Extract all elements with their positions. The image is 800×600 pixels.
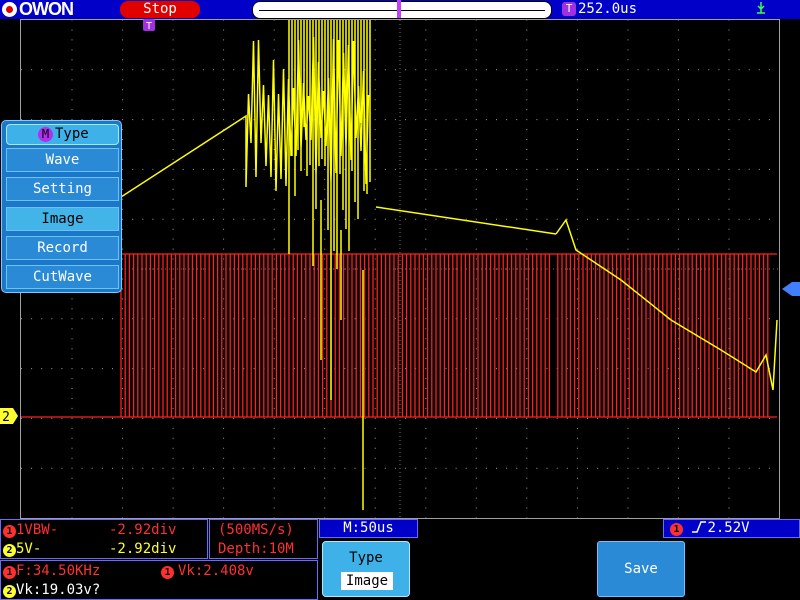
- memory-depth: Depth:10M: [218, 541, 294, 557]
- trigger-delay: T 252.0us: [562, 1, 637, 18]
- svg-text:2: 2: [2, 410, 10, 425]
- ch1-badge-icon: 1: [3, 525, 16, 538]
- ch1-badge-icon: 1: [3, 566, 16, 579]
- type-softkey-label: Type: [323, 550, 409, 566]
- menu-item-record[interactable]: Record: [6, 236, 119, 260]
- ch1-badge-icon: 1: [161, 566, 174, 579]
- vk-ch2-measurement: Vk:19.03v?: [16, 582, 100, 598]
- ch2-offset: -2.92div: [109, 541, 176, 557]
- trigger-level-marker-icon: [782, 282, 800, 296]
- menu-item-wave[interactable]: Wave: [6, 148, 119, 172]
- timebase-readout: M:50us: [319, 519, 418, 538]
- graticule-center-lines: [21, 20, 779, 518]
- type-softkey-value: Image: [341, 572, 393, 590]
- ch1-offset: -2.92div: [109, 522, 176, 538]
- menu-title: M Type: [6, 124, 119, 145]
- ch1-label: 1VBW-: [16, 522, 58, 538]
- menu-m-icon: M: [38, 127, 53, 142]
- trigger-readout: 1 2.52V: [663, 519, 800, 538]
- run-stop-indicator[interactable]: Stop: [120, 1, 200, 18]
- frequency-measurement: F:34.50KHz: [16, 563, 100, 579]
- owon-logo: OWON: [2, 0, 73, 19]
- usb-icon: [755, 2, 767, 14]
- waveform-display: [20, 19, 780, 519]
- acquisition-box: (500MS/s) Depth:10M: [209, 519, 318, 559]
- menu-item-image[interactable]: Image: [6, 207, 119, 231]
- save-button[interactable]: Save: [597, 541, 685, 597]
- type-menu: M Type Wave Setting Image Record CutWave: [1, 120, 122, 293]
- waveform-traces: [21, 20, 777, 510]
- ch1-trace: [21, 254, 777, 417]
- top-status-bar: OWON Stop T 252.0us: [0, 0, 800, 19]
- svg-text:T: T: [146, 21, 152, 32]
- type-softkey-button[interactable]: Type Image: [322, 541, 410, 597]
- measurement-box: 1 F:34.50KHz 1 Vk:2.408v 2 Vk:19.03v?: [0, 560, 318, 600]
- ch2-badge-icon: 2: [3, 544, 16, 557]
- ch2-label: 5V-: [16, 541, 41, 557]
- trigger-position-marker: [397, 0, 401, 18]
- rising-edge-icon: [691, 521, 707, 533]
- memory-position-bar: [252, 1, 552, 19]
- ch2-badge-icon: 2: [3, 585, 16, 598]
- trigger-t-icon: T: [562, 2, 576, 16]
- trigger-time-marker-icon: T: [143, 19, 155, 33]
- ch2-ground-marker-icon: 2: [0, 407, 18, 425]
- channel-settings-box: 1 1VBW- -2.92div 2 5V- -2.92div: [0, 519, 208, 559]
- sample-rate: (500MS/s): [218, 522, 294, 538]
- menu-item-cutwave[interactable]: CutWave: [6, 265, 119, 289]
- vk-ch1-measurement: Vk:2.408v: [174, 563, 254, 579]
- graticule: [21, 20, 779, 518]
- ch1-badge-icon: 1: [670, 523, 683, 536]
- menu-item-setting[interactable]: Setting: [6, 177, 119, 201]
